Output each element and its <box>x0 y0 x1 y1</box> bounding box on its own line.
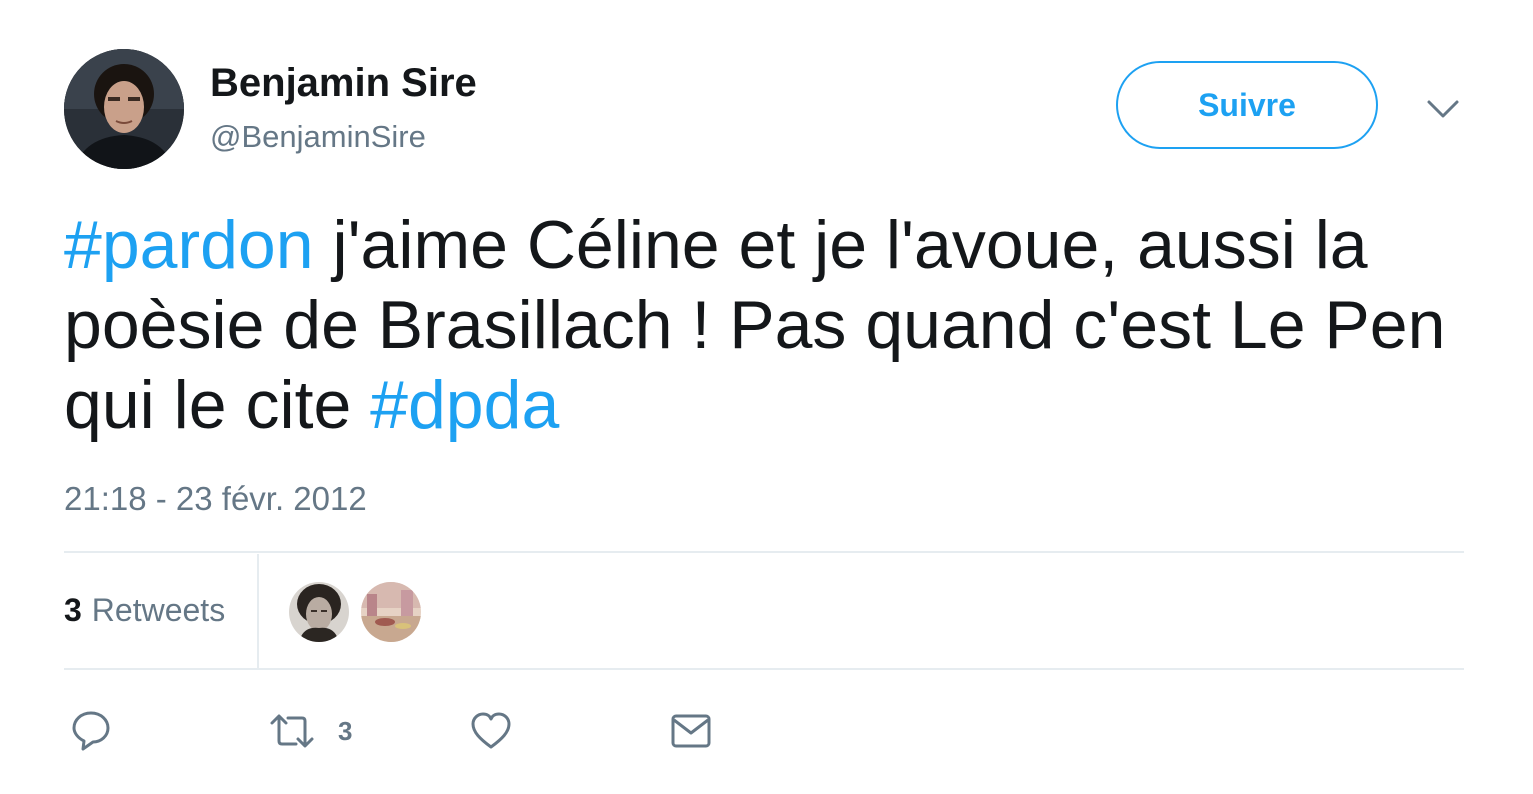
stats-row: 3 Retweets <box>64 554 1464 668</box>
reply-button[interactable] <box>70 708 112 754</box>
hashtag-link[interactable]: #pardon <box>64 207 314 283</box>
profile-avatar[interactable] <box>64 49 184 169</box>
direct-message-button[interactable] <box>670 708 712 754</box>
author-screen-name[interactable]: @BenjaminSire <box>210 118 426 156</box>
heart-icon <box>471 712 511 749</box>
tweet-text: #pardon j'aime Céline et je l'avoue, aus… <box>64 205 1464 445</box>
retweet-stat-label: Retweets <box>91 592 226 628</box>
chevron-down-icon[interactable] <box>1424 92 1462 126</box>
retweeter-avatar[interactable] <box>361 582 421 642</box>
tweet-timestamp[interactable]: 21:18 - 23 févr. 2012 <box>64 479 367 519</box>
author-display-name[interactable]: Benjamin Sire <box>210 60 477 106</box>
retweet-count: 3 <box>338 715 353 746</box>
retweet-stat[interactable]: 3 Retweets <box>64 590 225 630</box>
divider <box>64 551 1464 553</box>
stat-divider <box>257 554 259 668</box>
follow-button[interactable]: Suivre <box>1116 61 1378 149</box>
like-button[interactable] <box>470 708 512 754</box>
retweet-stat-count: 3 <box>64 592 82 628</box>
retweeter-avatar[interactable] <box>289 582 349 642</box>
reply-icon <box>72 711 110 751</box>
profile-photo <box>64 49 184 169</box>
retweet-button[interactable]: 3 <box>268 708 352 754</box>
envelope-icon <box>671 714 711 748</box>
divider <box>64 668 1464 670</box>
hashtag-link[interactable]: #dpda <box>370 367 559 443</box>
retweet-icon <box>270 714 314 748</box>
